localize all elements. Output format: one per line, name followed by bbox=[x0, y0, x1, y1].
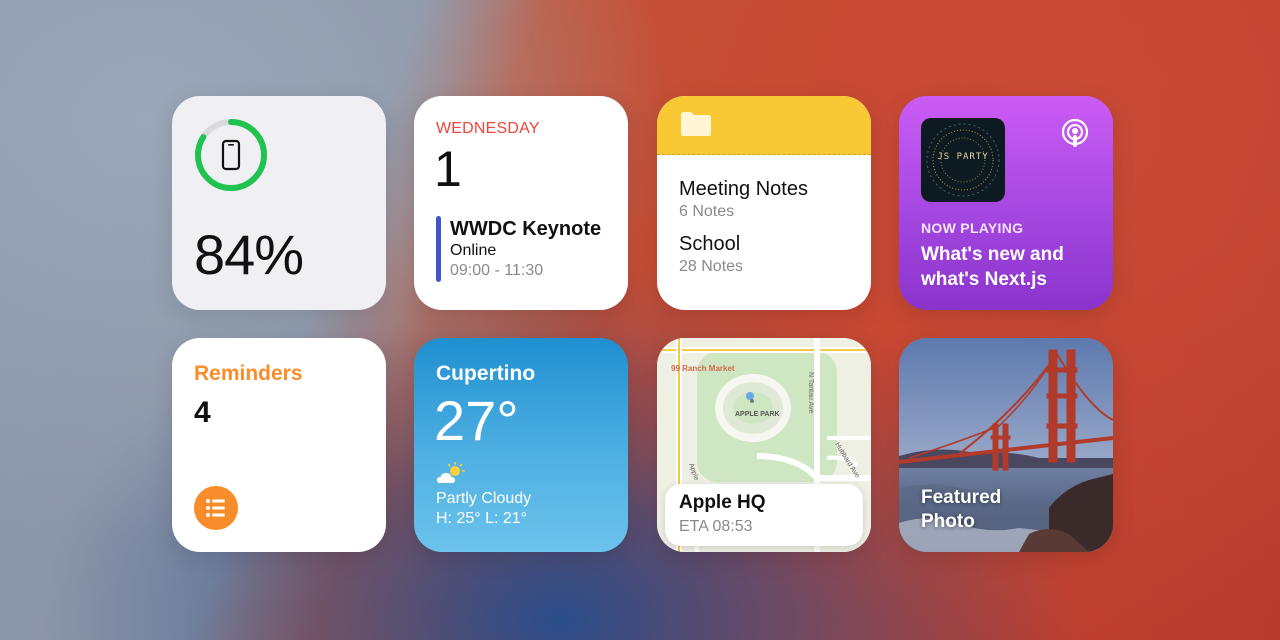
podcasts-icon bbox=[1061, 118, 1089, 147]
map-label: 99 Ranch Market bbox=[671, 364, 735, 373]
weather-high-low: H: 25° L: 21° bbox=[436, 510, 528, 527]
battery-percent: 84% bbox=[194, 223, 304, 286]
photos-widget[interactable]: Featured Photo bbox=[899, 338, 1113, 552]
notes-folder-count: 28 Notes bbox=[679, 258, 744, 275]
podcast-episode-title: What's new and what's Next.js bbox=[921, 244, 1064, 290]
map-label: N Tantau Ave bbox=[807, 372, 814, 413]
reminders-list-button[interactable] bbox=[194, 486, 238, 530]
event-time: 09:00 - 11:30 bbox=[450, 262, 544, 279]
notes-header bbox=[657, 96, 871, 155]
notes-folder-count: 6 Notes bbox=[679, 203, 735, 220]
map-eta: ETA 08:53 bbox=[679, 518, 753, 535]
event-location: Online bbox=[450, 242, 497, 259]
widget-grid: 84% WEDNESDAY 1 WWDC Keynote Online 09:0… bbox=[172, 96, 1113, 552]
weather-temperature: 27° bbox=[434, 389, 519, 452]
calendar-weekday: WEDNESDAY bbox=[436, 120, 540, 137]
notes-folder-name: Meeting Notes bbox=[679, 178, 808, 200]
reminders-title: Reminders bbox=[194, 362, 303, 385]
notes-folder-name: School bbox=[679, 233, 741, 255]
calendar-date: 1 bbox=[434, 141, 462, 197]
now-playing-label: NOW PLAYING bbox=[921, 220, 1024, 236]
weather-widget[interactable]: Cupertino 27° Partly Cloudy H: 25° L: 21… bbox=[414, 338, 628, 552]
battery-ring bbox=[195, 119, 267, 191]
weather-condition: Partly Cloudy bbox=[436, 490, 532, 507]
partly-cloudy-icon bbox=[437, 462, 465, 483]
reminders-count: 4 bbox=[194, 396, 211, 429]
iphone-icon bbox=[221, 139, 241, 171]
notes-widget[interactable]: Meeting Notes 6 Notes School 28 Notes bbox=[657, 96, 871, 310]
list-icon bbox=[206, 499, 225, 517]
event-title: WWDC Keynote bbox=[450, 218, 602, 240]
battery-widget[interactable]: 84% bbox=[172, 96, 386, 310]
photo-caption: Featured Photo bbox=[921, 487, 1002, 532]
map-destination: Apple HQ bbox=[679, 492, 766, 513]
map-destination-card[interactable]: Apple HQ ETA 08:53 bbox=[665, 484, 863, 546]
podcast-widget[interactable]: JS PARTY NOW PLAYING What's new and what… bbox=[899, 96, 1113, 310]
podcast-artwork-label: JS PARTY bbox=[937, 152, 989, 162]
weather-city: Cupertino bbox=[436, 362, 536, 385]
podcast-artwork: JS PARTY bbox=[921, 118, 1005, 202]
event-color-bar bbox=[436, 216, 441, 282]
map-label: APPLE PARK bbox=[735, 411, 780, 418]
reminders-widget[interactable]: Reminders 4 bbox=[172, 338, 386, 552]
folder-icon bbox=[681, 112, 711, 136]
maps-widget[interactable]: 99 Ranch Market APPLE PARK N Tantau Ave … bbox=[657, 338, 871, 552]
calendar-widget[interactable]: WEDNESDAY 1 WWDC Keynote Online 09:00 - … bbox=[414, 96, 628, 310]
